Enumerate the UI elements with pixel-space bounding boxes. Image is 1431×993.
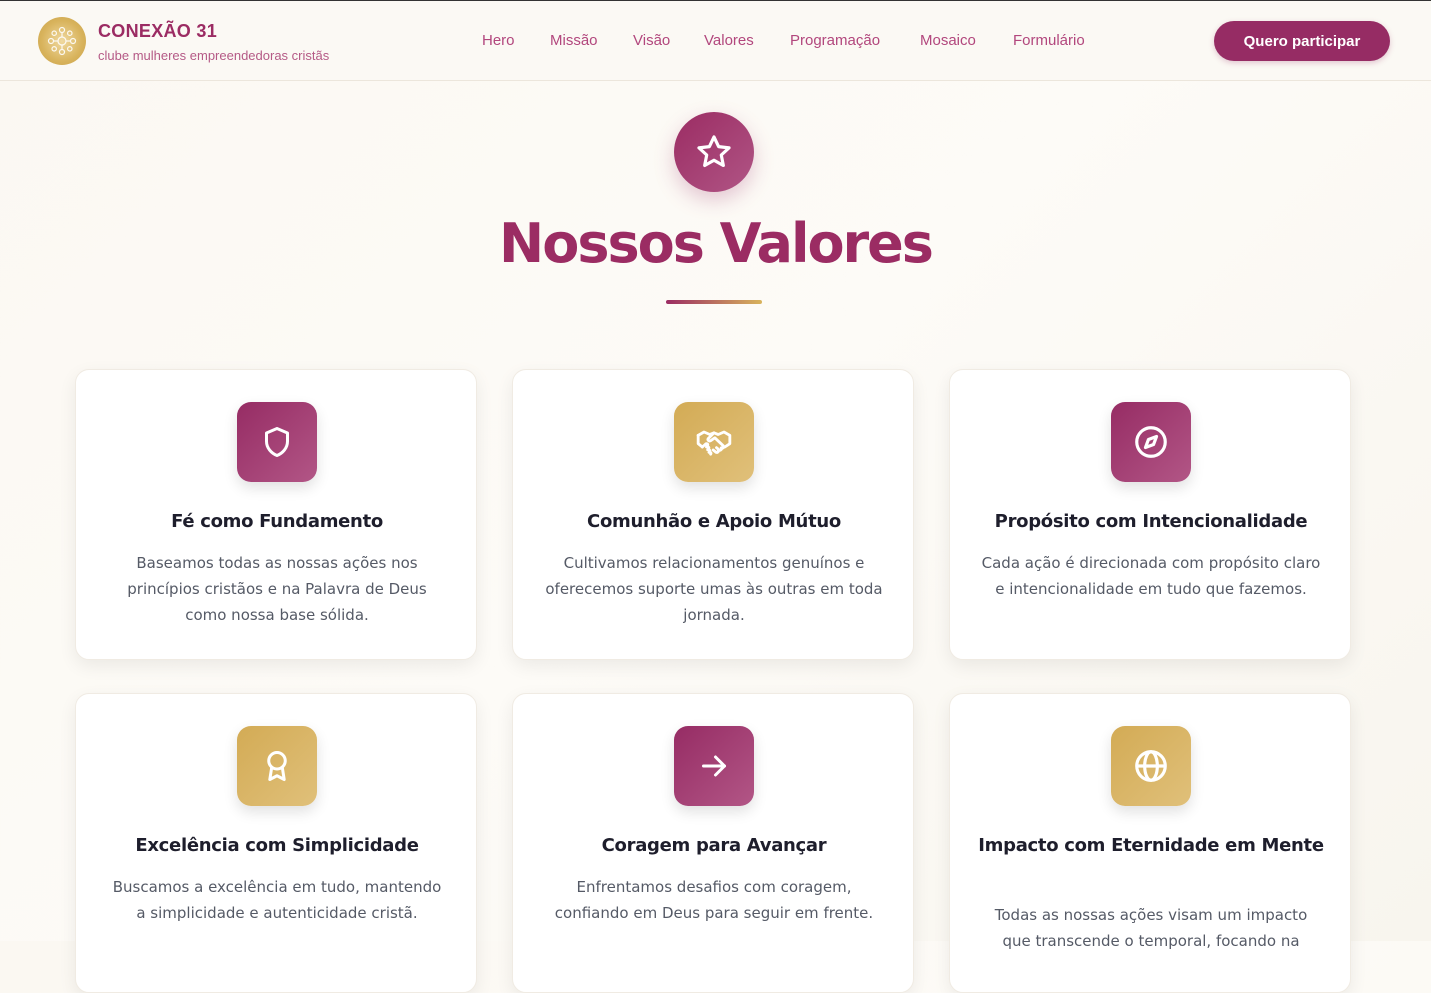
value-card-coragem: Coragem para Avançar Enfrentamos desafio… [512, 693, 914, 993]
nav-item-mosaico[interactable]: Mosaico [920, 32, 976, 49]
value-text: Cada ação é direcionada com propósito cl… [981, 554, 1321, 598]
nav-item-visao[interactable]: Visão [633, 32, 670, 49]
award-icon [237, 726, 317, 806]
nav-item-formulario[interactable]: Formulário [1013, 32, 1085, 49]
value-text: Todas as nossas ações visam um impacto q… [994, 906, 1308, 950]
star-icon [674, 112, 754, 192]
globe-icon [1111, 726, 1191, 806]
section-title: Nossos Valores [499, 212, 934, 275]
value-title: Comunhão e Apoio Mútuo [587, 511, 841, 532]
compass-icon [1111, 402, 1191, 482]
value-card-excelencia: Excelência com Simplicidade Buscamos a e… [75, 693, 477, 993]
value-title: Excelência com Simplicidade [135, 835, 419, 856]
nav-item-hero[interactable]: Hero [482, 32, 515, 49]
value-text: Baseamos todas as nossas ações nos princ… [127, 554, 427, 624]
value-card-proposito: Propósito com Intencionalidade Cada ação… [949, 369, 1351, 660]
value-title: Fé como Fundamento [171, 511, 383, 532]
value-title: Coragem para Avançar [601, 835, 827, 856]
value-title: Impacto com Eternidade em Mente [978, 835, 1324, 856]
value-card-comunhao: Comunhão e Apoio Mútuo Cultivamos relaci… [512, 369, 914, 660]
shield-icon [237, 402, 317, 482]
site-header: CONEXÃO 31 clube mulheres empreendedoras… [0, 1, 1431, 81]
quero-participar-button[interactable]: Quero participar [1214, 21, 1390, 61]
nav-item-programacao[interactable]: Programação [790, 32, 880, 49]
nav-item-missao[interactable]: Missão [550, 32, 598, 49]
handshake-icon [674, 402, 754, 482]
arrow-right-icon [674, 726, 754, 806]
nav-item-valores[interactable]: Valores [704, 32, 754, 49]
value-card-fe: Fé como Fundamento Baseamos todas as nos… [75, 369, 477, 660]
value-text: Enfrentamos desafios com coragem, confia… [554, 878, 874, 922]
value-text: Cultivamos relacionamentos genuínos e of… [545, 554, 883, 624]
value-text: Buscamos a excelência em tudo, mantendo … [112, 878, 442, 922]
value-title: Propósito com Intencionalidade [994, 511, 1308, 532]
title-divider [666, 300, 762, 304]
value-card-impacto: Impacto com Eternidade em Mente Todas as… [949, 693, 1351, 993]
